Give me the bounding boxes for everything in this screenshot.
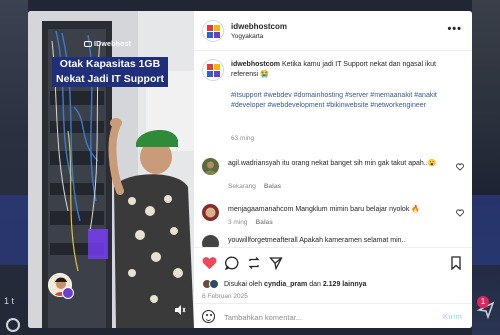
post-info-panel: idwebhostcom Yogyakarta ••• idwebhostcom… <box>194 11 472 328</box>
commenter-avatar[interactable] <box>202 235 219 247</box>
comment-input[interactable] <box>224 310 424 324</box>
comment-icon[interactable] <box>224 256 239 272</box>
post-date: 6 Februari 2025 <box>202 293 248 300</box>
comment-meta: Sekarang Balas <box>228 183 281 190</box>
backdrop-blue-right <box>472 195 500 265</box>
notification-badge: 1 <box>477 296 489 308</box>
likes-summary: Disukai oleh cyndia_pram dan 2.129 lainn… <box>202 279 366 289</box>
watermark-logo-icon <box>84 41 92 48</box>
backdrop-left <box>0 0 28 335</box>
backdrop-blue-left <box>0 195 28 265</box>
media-caption: Otak Kapasitas 1GB Nekat Jadi IT Support <box>52 57 168 87</box>
comment-text: youwillforgetmeafterall Apakah kameramen… <box>228 237 406 244</box>
liker-username[interactable]: cyndia_pram <box>264 281 307 288</box>
liker-avatar <box>209 279 219 289</box>
comment-time: Sekarang <box>228 183 256 190</box>
commenter-username[interactable]: agil.wadriansyah <box>228 160 280 167</box>
caption-username[interactable]: idwebhostcom <box>231 61 280 68</box>
more-options-icon[interactable]: ••• <box>447 23 462 35</box>
likes-count[interactable]: 2.129 lainnya <box>323 281 367 288</box>
repost-icon[interactable] <box>247 256 261 272</box>
post-header: idwebhostcom Yogyakarta ••• <box>194 11 472 51</box>
post-location[interactable]: Yogyakarta <box>231 33 263 40</box>
speaker-icon[interactable] <box>174 304 188 318</box>
tag-badge-icon <box>62 287 74 299</box>
comment-item: youwillforgetmeafterall Apakah kameramen… <box>202 235 464 247</box>
comment-like-heart-icon[interactable] <box>456 163 464 173</box>
comment-text: menjagaamanahcom Mangklum mimin baru bel… <box>228 206 420 213</box>
account-avatar[interactable] <box>202 20 224 42</box>
commenter-username[interactable]: menjagaamanahcom <box>228 206 293 213</box>
caption-line-2: Nekat Jadi IT Support <box>52 72 168 87</box>
emoji-icon[interactable] <box>202 310 215 323</box>
comment-like-heart-icon[interactable] <box>456 209 464 219</box>
post-caption: idwebhostcom Ketika kamu jadi IT Support… <box>231 60 463 80</box>
media-watermark: IDwebhost <box>84 41 131 48</box>
post-comment-button[interactable]: Kirim <box>443 312 462 321</box>
bookmark-icon[interactable] <box>450 256 462 272</box>
backdrop-right <box>472 0 500 335</box>
commenter-avatar[interactable] <box>202 204 219 221</box>
commenter-avatar[interactable] <box>202 158 219 175</box>
post-timestamp: 63 ming <box>231 135 255 142</box>
caption-line-1: Otak Kapasitas 1GB <box>52 57 168 72</box>
reply-button[interactable]: Balas <box>264 183 281 190</box>
caption-avatar[interactable] <box>202 59 224 81</box>
reply-button[interactable]: Balas <box>256 219 273 226</box>
comment-meta: 3 ming Balas <box>228 219 273 226</box>
comment-composer: Kirim <box>194 303 472 328</box>
post-modal: IDwebhost Otak Kapasitas 1GB Nekat Jadi … <box>28 11 472 328</box>
like-heart-icon[interactable] <box>202 256 217 272</box>
account-username[interactable]: idwebhostcom <box>231 22 287 31</box>
commenter-username[interactable]: youwillforgetmeafterall <box>228 237 298 244</box>
post-hashtags[interactable]: #itsupport #webdev #domainhosting #serve… <box>231 91 459 111</box>
post-media[interactable]: IDwebhost Otak Kapasitas 1GB Nekat Jadi … <box>28 11 194 328</box>
backdrop-gear-icon <box>6 318 20 332</box>
comment-time: 3 ming <box>228 219 248 226</box>
post-actions <box>194 247 472 277</box>
comment-text: agil.wadriansyah itu orang nekat banget … <box>228 160 437 167</box>
share-icon[interactable] <box>269 256 283 272</box>
backdrop-text: 1 t <box>4 296 15 306</box>
